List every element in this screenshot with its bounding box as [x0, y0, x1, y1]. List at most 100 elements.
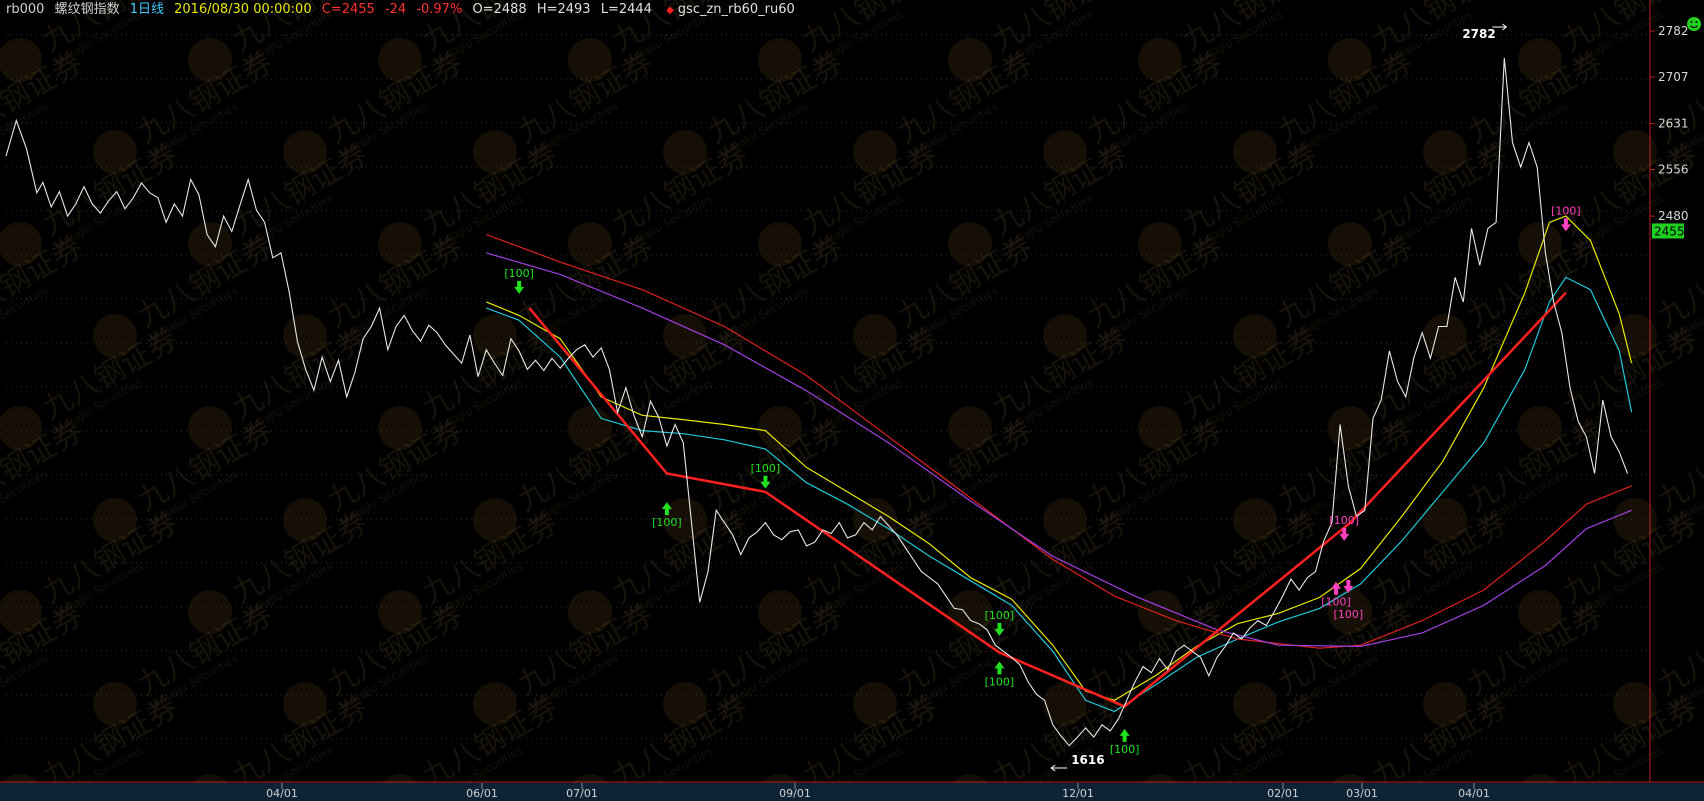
watermark-tile: 九八钢证券JiuBaJiu Securities	[188, 322, 374, 450]
watermark-tile: 九八钢证券JiuBaJiu Securities	[853, 598, 1039, 726]
signal-marker: [100]	[1110, 728, 1140, 756]
watermark-tile: 九八钢证券JiuBaJiu Securities	[283, 598, 469, 726]
watermark-tile: 九八钢证券JiuBaJiu Securities	[1423, 598, 1609, 726]
watermark-tile: 九八钢证券JiuBaJiu Securities	[948, 138, 1134, 266]
price-change: -24	[384, 2, 407, 17]
signal-label: [100]	[1329, 514, 1359, 527]
watermark-tile: 九八钢证券JiuBaJiu Securities	[1700, 319, 1704, 462]
watermark-tile: 九八钢证券JiuBaJiu Securities	[188, 506, 374, 634]
date-axis: 04/01 06/01 07/01 09/01 12/01 02/01 03/01 04/01	[0, 783, 1704, 801]
watermark-tile: 九八钢证券JiuBaJiu Securities	[853, 46, 1039, 174]
watermark-tile: 九八钢证券JiuBaJiu Securities	[283, 46, 469, 174]
x-tick-label: 04/01	[266, 787, 298, 800]
watermark-tile: 九八钢证券JiuBaJiu Securities	[283, 414, 469, 542]
watermark-tile: 九八钢证券JiuBaJiu Securities	[1700, 0, 1704, 94]
watermark-tile: 九八钢证券JiuBaJiu Securities	[1138, 138, 1324, 266]
trade-signals: [100][100][100][100][100][100][100][100]…	[504, 204, 1580, 755]
x-tick-label: 12/01	[1062, 787, 1094, 800]
signal-label: [100]	[985, 675, 1015, 688]
signal-label: [100]	[751, 462, 781, 475]
watermark-tile: 九八钢证券JiuBaJiu Securities	[1700, 503, 1704, 646]
symbol-name: 螺纹钢指数	[54, 2, 120, 17]
x-tick-label: 03/01	[1346, 787, 1378, 800]
watermark-tile: 九八钢证券JiuBaJiu Securities	[93, 46, 279, 174]
x-tick-label: 09/01	[779, 787, 811, 800]
watermark-tile: 九八钢证券JiuBaJiu Securities	[473, 598, 659, 726]
watermark-tile: 九八钢证券JiuBaJiu Securities	[758, 506, 944, 634]
smiley-eye	[1690, 21, 1693, 23]
watermark-tile: 九八钢证券JiuBaJiu Securities	[1233, 230, 1419, 358]
symbol-code: rb000	[6, 2, 45, 17]
signal-label: [100]	[1334, 608, 1364, 621]
price-chart[interactable]: 九八钢证券JiuBaJiu Securities 九八钢证券JiuBaJiu Se…	[0, 0, 1704, 801]
watermark-tile: 九八钢证券JiuBaJiu Securities	[758, 138, 944, 266]
current-price-label: 2455	[1654, 224, 1685, 238]
watermark-tile: 九八钢证券JiuBaJiu Securities	[568, 138, 754, 266]
watermark-tile: 九八钢证券JiuBaJiu Securities	[1423, 46, 1609, 174]
watermark-tile: 九八钢证券JiuBaJiu Securities	[473, 414, 659, 542]
y-tick-label: 2782	[1658, 24, 1689, 38]
watermark-tile: 九八钢证券JiuBaJiu Securities	[378, 506, 564, 634]
x-tick-label: 07/01	[566, 787, 598, 800]
chart-header: rb000 螺纹钢指数 1日线 2016/08/30 00:00:00 C=24…	[0, 0, 1650, 20]
watermark-tile: 九八钢证券JiuBaJiu Securities	[378, 322, 564, 450]
watermark-tile: 九八钢证券JiuBaJiu Securities	[1700, 135, 1704, 278]
watermark-tile: 九八钢证券JiuBaJiu Securities	[1138, 506, 1324, 634]
watermark-tile: 九八钢证券JiuBaJiu Securities	[1043, 46, 1229, 174]
arrow-up-icon	[1119, 728, 1130, 742]
watermark-tile: 九八钢证券JiuBaJiu Securities	[378, 138, 564, 266]
signal-label: [100]	[652, 516, 682, 529]
watermark-tile: 九八钢证券JiuBaJiu Securities	[1233, 46, 1419, 174]
change-percent: -0.97%	[416, 2, 463, 17]
watermark-tile: 九八钢证券JiuBaJiu Securities	[1043, 414, 1229, 542]
watermark-logo	[1700, 582, 1704, 642]
watermark-layer: 九八钢证券JiuBaJiu Securities 九八钢证券JiuBaJiu Se…	[0, 0, 1704, 801]
y-tick-label: 2707	[1658, 70, 1689, 84]
max-price-label: 2782	[1462, 27, 1495, 41]
watermark-tile: 九八钢证券JiuBaJiu Securities	[1043, 230, 1229, 358]
close-price: C=2455	[321, 2, 375, 17]
watermark-tile: 九八钢证券JiuBaJiu Securities	[473, 46, 659, 174]
watermark-tile: 九八钢证券JiuBaJiu Securities	[853, 230, 1039, 358]
arrow-down-icon	[514, 280, 525, 294]
signal-marker: [100]	[504, 267, 534, 294]
watermark-tile: 九八钢证券JiuBaJiu Securities	[93, 414, 279, 542]
min-price-label: 1616	[1071, 753, 1104, 767]
smiley-eye	[1695, 21, 1698, 23]
signal-label: [100]	[1551, 204, 1581, 217]
watermark-tile: 九八钢证券JiuBaJiu Securities	[1138, 322, 1324, 450]
watermark-tile: 九八钢证券JiuBaJiu Securities	[948, 506, 1134, 634]
signal-label: [100]	[1321, 596, 1351, 609]
high-price: H=2493	[536, 2, 591, 17]
watermark-tile: 九八钢证券JiuBaJiu Securities	[663, 230, 849, 358]
watermark-logo	[1700, 214, 1704, 274]
period-selector[interactable]: 1日线	[130, 2, 164, 17]
watermark-tile: 九八钢证券JiuBaJiu Securities	[283, 230, 469, 358]
y-tick-label: 2480	[1658, 209, 1689, 223]
signal-label: [100]	[1110, 743, 1140, 756]
strategy-name[interactable]: gsc_zn_rb60_ru60	[678, 2, 795, 17]
watermark-tile: 九八钢证券JiuBaJiu Securities	[1233, 414, 1419, 542]
watermark-logo	[1700, 398, 1704, 458]
x-tick-label: 02/01	[1267, 787, 1299, 800]
watermark-tile: 九八钢证券JiuBaJiu Securities	[758, 322, 944, 450]
watermark-tile: 九八钢证券JiuBaJiu Securities	[93, 230, 279, 358]
signal-label: [100]	[504, 267, 534, 280]
signal-label: [100]	[985, 609, 1015, 622]
strategy-marker-icon: ◆	[666, 5, 674, 16]
bar-datetime: 2016/08/30 00:00:00	[174, 2, 312, 17]
watermark-tile: 九八钢证券JiuBaJiu Securities	[1233, 598, 1419, 726]
smiley-face	[1687, 17, 1701, 31]
y-tick-label: 2631	[1658, 117, 1689, 131]
low-price: L=2444	[600, 2, 652, 17]
x-tick-label: 04/01	[1458, 787, 1490, 800]
open-price: O=2488	[472, 2, 527, 17]
y-tick-label: 2556	[1658, 163, 1689, 177]
watermark-tile: 九八钢证券JiuBaJiu Securities	[663, 46, 849, 174]
watermark-tile: 九八钢证券JiuBaJiu Securities	[1328, 138, 1514, 266]
watermark-logo	[1700, 30, 1704, 90]
watermark-tile: 九八钢证券JiuBaJiu Securities	[93, 598, 279, 726]
smiley-icon	[1687, 17, 1701, 31]
date-axis-bar	[0, 783, 1704, 801]
watermark-tile: 九八钢证券JiuBaJiu Securities	[948, 322, 1134, 450]
